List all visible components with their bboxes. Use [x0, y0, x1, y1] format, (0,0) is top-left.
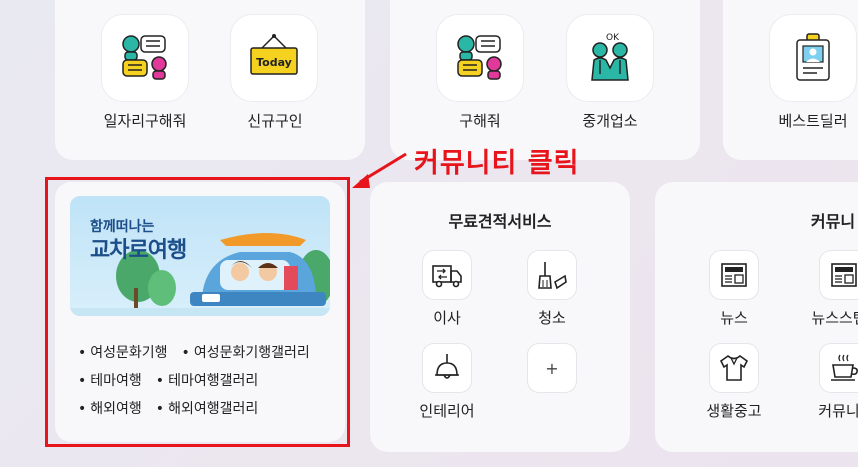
interior-tile[interactable]	[422, 343, 472, 393]
annotation-text: 커뮤니티 클릭	[414, 148, 580, 179]
ok-badge: OK	[606, 33, 620, 43]
more-tile[interactable]: +	[527, 343, 577, 393]
job-search-label[interactable]: 일자리구해줘	[104, 110, 187, 131]
broom-icon	[538, 262, 567, 290]
best-dealer-tile[interactable]	[769, 14, 857, 102]
cleaning-label[interactable]: 청소	[538, 307, 566, 328]
shirt-icon	[719, 354, 749, 381]
moving-truck-icon	[432, 265, 462, 288]
chat-people-icon	[122, 35, 167, 80]
highlight-box	[45, 177, 350, 447]
pendant-lamp-icon	[435, 354, 459, 379]
used-goods-label[interactable]: 생활중고	[706, 400, 761, 421]
find-tile[interactable]	[436, 14, 524, 102]
plus-icon: +	[545, 358, 559, 378]
new-hire-tile[interactable]: Today	[230, 14, 318, 102]
free-service-title: 무료견적서비스	[448, 212, 552, 231]
newsstand-label[interactable]: 뉴스스탠	[811, 307, 858, 328]
community-board-tile[interactable]	[819, 343, 858, 393]
today-sign-icon: Today	[250, 34, 298, 75]
interior-label[interactable]: 인테리어	[419, 400, 474, 421]
cleaning-tile[interactable]	[527, 250, 577, 300]
news-tile[interactable]	[709, 250, 759, 300]
community-board-label[interactable]: 커뮤니	[818, 400, 858, 421]
id-badge-icon	[796, 33, 830, 81]
moving-label[interactable]: 이사	[433, 307, 461, 328]
job-search-tile[interactable]	[101, 14, 189, 102]
newspaper-icon	[721, 263, 747, 287]
best-dealer-label[interactable]: 베스트딜러	[778, 110, 847, 131]
today-badge: Today	[256, 56, 292, 69]
coffee-cup-icon	[831, 354, 858, 381]
handshake-ok-icon: OK	[591, 33, 629, 81]
news-label[interactable]: 뉴스	[720, 307, 748, 328]
used-goods-tile[interactable]	[709, 343, 759, 393]
community-title: 커뮤니	[810, 212, 856, 231]
agency-tile[interactable]: OK	[566, 14, 654, 102]
find-label[interactable]: 구해줘	[459, 110, 500, 131]
newsstand-tile[interactable]	[819, 250, 858, 300]
chat-people-icon	[457, 35, 502, 80]
newspaper-icon	[831, 263, 857, 287]
moving-tile[interactable]	[422, 250, 472, 300]
agency-label[interactable]: 중개업소	[582, 110, 637, 131]
new-hire-label[interactable]: 신규구인	[247, 110, 302, 131]
